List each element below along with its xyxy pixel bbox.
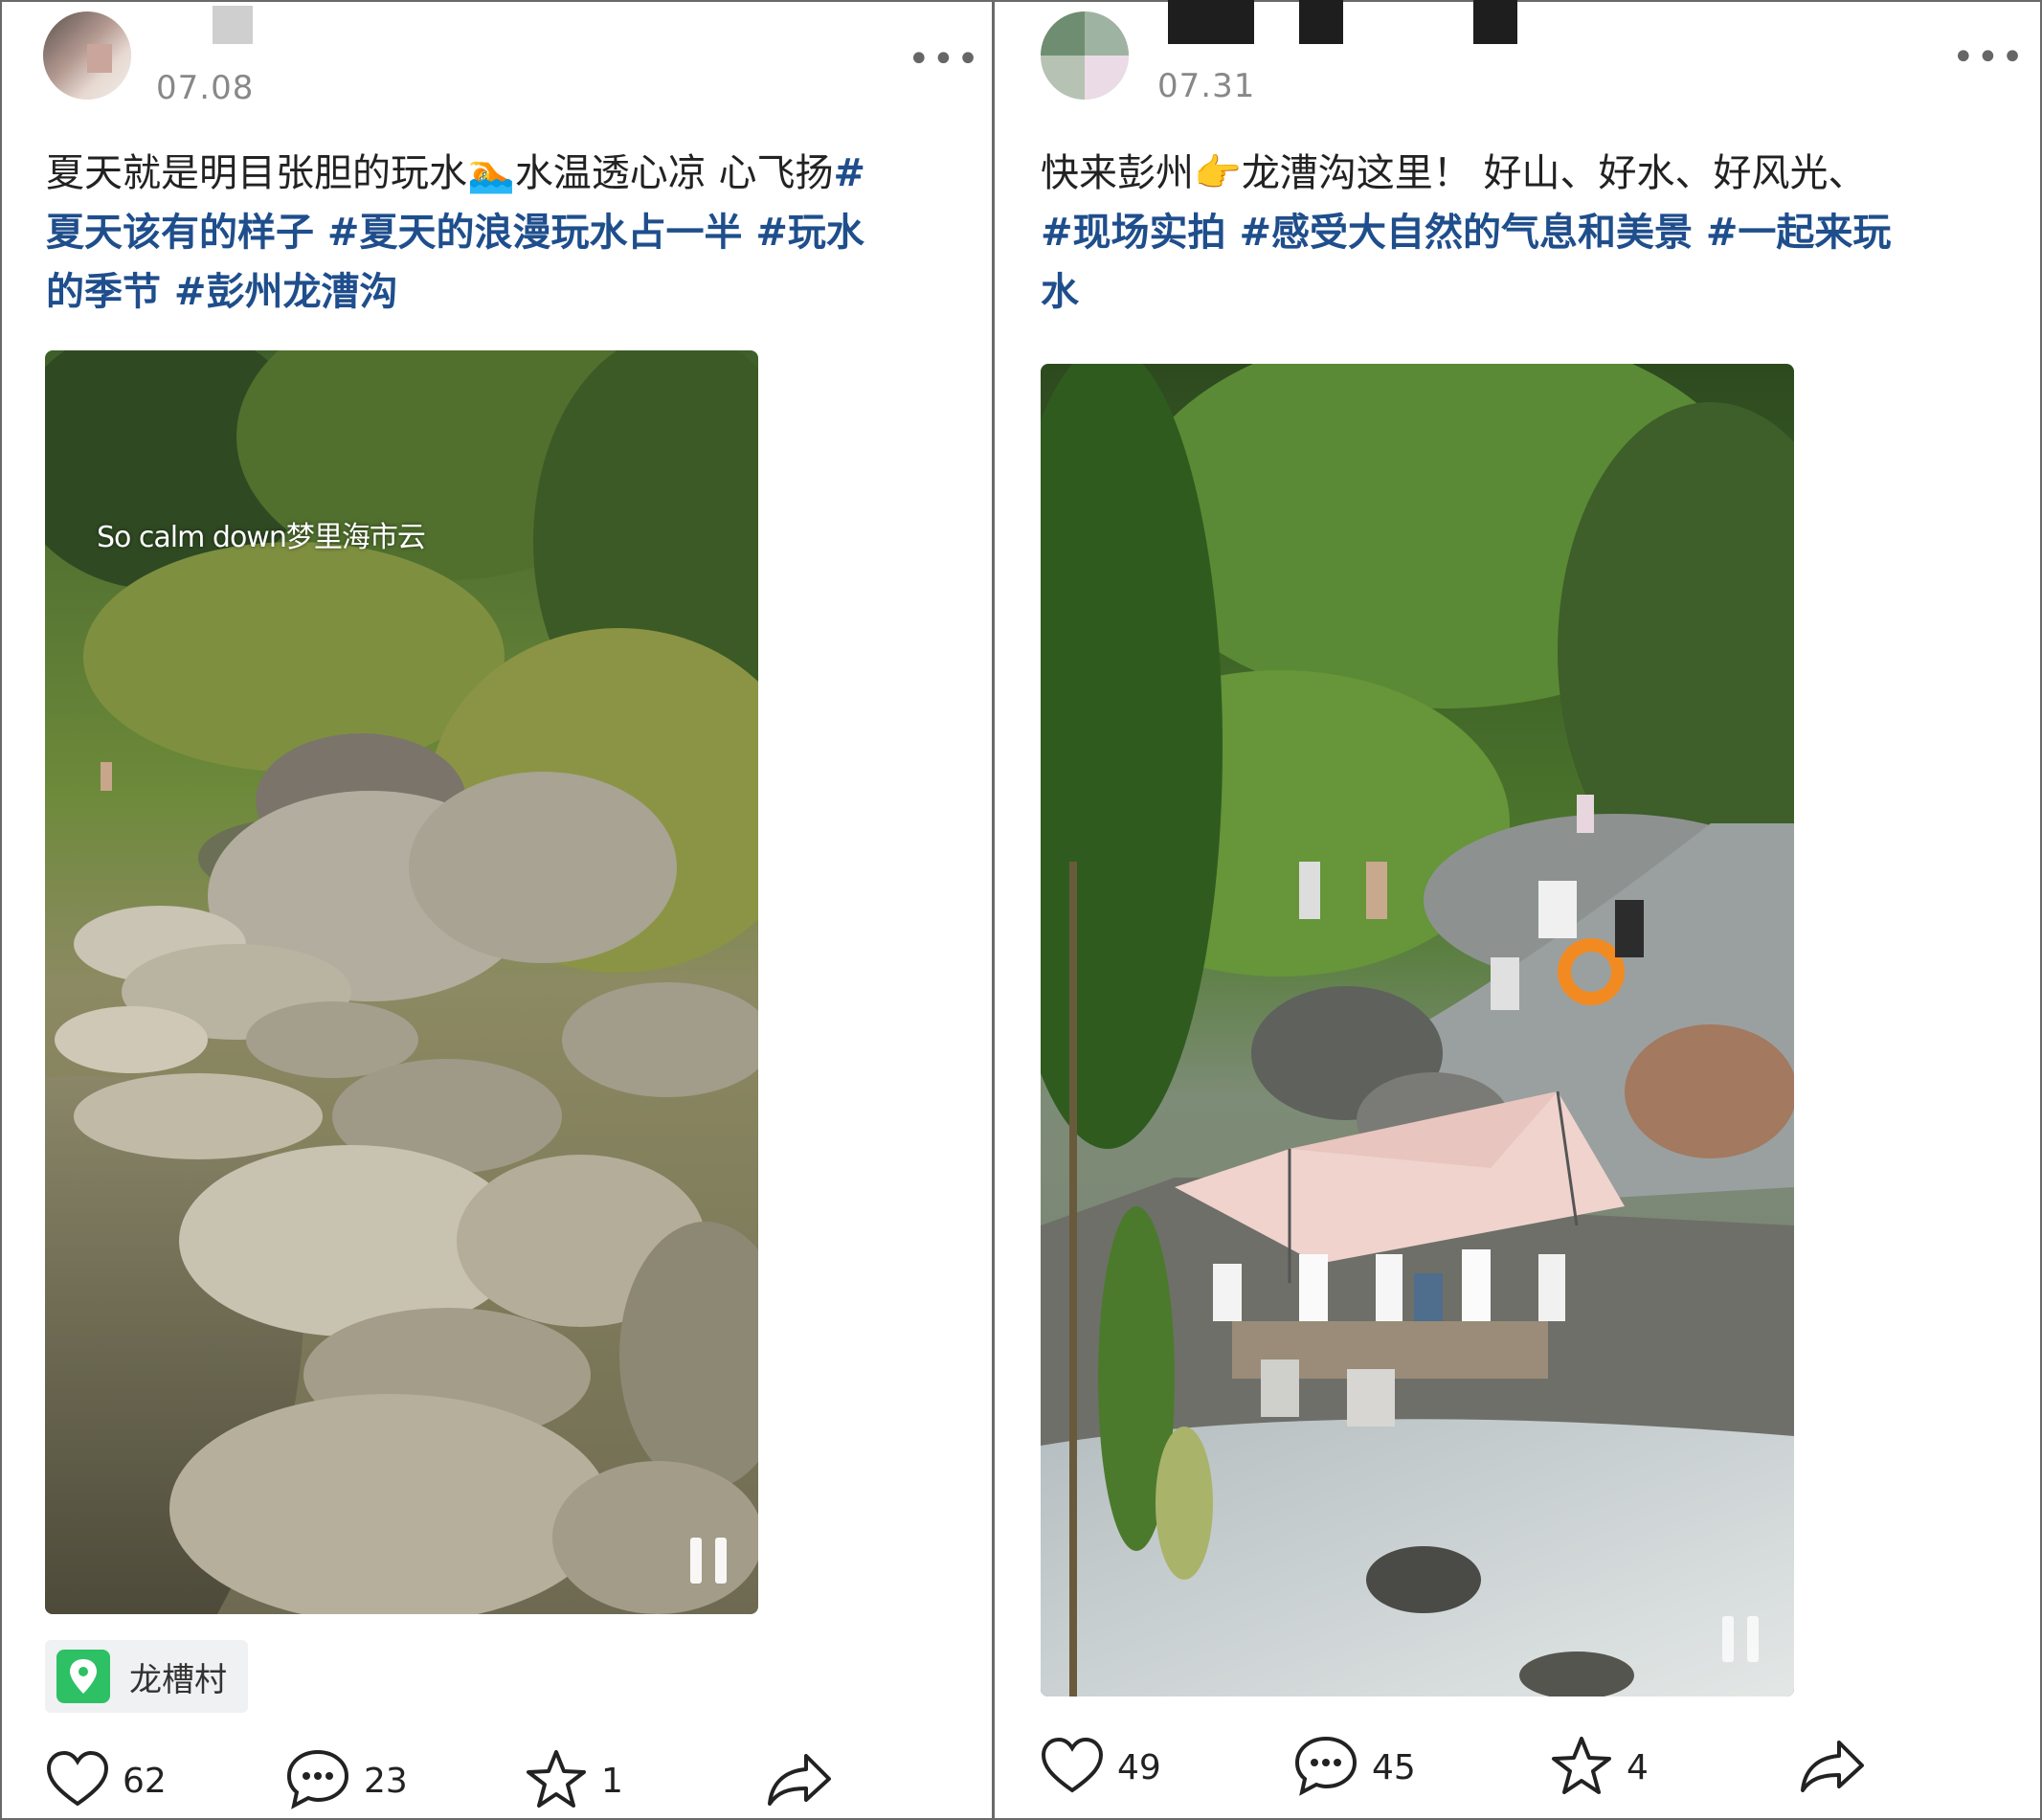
post-text: 夏天就是明目张胆的玩水🏊水温透心凉 心飞扬# 夏天该有的样子 #夏天的浪漫玩水占…	[46, 144, 965, 322]
hashtag-line[interactable]: 夏天该有的样子 #夏天的浪漫玩水占一半 #玩水	[46, 211, 864, 255]
location-tag[interactable]: 龙槽村	[45, 1640, 248, 1713]
post-card-2[interactable]: 07.31 ••• 快来彭州👉龙漕沟这里！ 好山、好水、好风光、 #现场实拍 #…	[995, 0, 2024, 1820]
favorite-button[interactable]: 1	[525, 1742, 623, 1819]
comment-icon	[285, 1748, 350, 1813]
hashtag-line[interactable]: 水	[1041, 270, 1079, 314]
like-count: 62	[123, 1761, 167, 1801]
location-label: 龙槽村	[129, 1660, 227, 1699]
video-thumbnail[interactable]	[1041, 364, 1794, 1696]
pause-icon[interactable]	[1718, 1616, 1762, 1662]
more-icon[interactable]: •••	[1952, 38, 2026, 77]
favorite-count: 1	[601, 1761, 623, 1801]
swimmer-emoji: 🏊	[467, 151, 515, 195]
star-icon	[525, 1748, 588, 1813]
star-icon	[1550, 1735, 1613, 1800]
username-redacted	[1168, 0, 1254, 44]
pause-icon[interactable]	[686, 1538, 730, 1584]
river-crowd-scene	[1041, 364, 1794, 1696]
post-date: 07.08	[156, 69, 255, 107]
username-redacted	[1299, 0, 1343, 44]
post-text: 快来彭州👉龙漕沟这里！ 好山、好水、好风光、 #现场实拍 #感受大自然的气息和美…	[1041, 144, 1960, 322]
like-count: 49	[1117, 1747, 1161, 1787]
action-bar: 49 45 4	[1041, 1729, 1960, 1806]
favorite-count: 4	[1627, 1747, 1649, 1787]
post-date: 07.31	[1157, 67, 1256, 105]
heart-icon	[46, 1750, 109, 1811]
more-icon[interactable]: •••	[908, 40, 981, 79]
like-button[interactable]: 62	[46, 1742, 167, 1819]
username-redacted	[213, 6, 253, 44]
post-text-part: 快来彭州	[1041, 151, 1194, 195]
location-pin-icon	[56, 1650, 110, 1703]
hashtag[interactable]: #	[834, 151, 866, 195]
post-card-1[interactable]: 07.08 ••• 夏天就是明目张胆的玩水🏊水温透心凉 心飞扬# 夏天该有的样子…	[0, 0, 990, 1820]
comment-button[interactable]: 23	[285, 1742, 408, 1819]
post-text-part: 夏天就是明目张胆的玩水	[46, 151, 467, 195]
post-text-part: 龙漕沟这里！ 好山、好水、好风光、	[1241, 151, 1867, 195]
avatar[interactable]	[1041, 11, 1129, 100]
share-icon	[766, 1750, 833, 1811]
comment-count: 23	[364, 1761, 408, 1801]
action-bar: 62 23 1	[46, 1742, 965, 1819]
post-text-part: 水温透心凉 心飞扬	[514, 151, 834, 195]
pointing-emoji: 👉	[1194, 151, 1242, 195]
comment-count: 45	[1372, 1747, 1416, 1787]
username-redacted	[1473, 0, 1517, 44]
share-button[interactable]	[1799, 1729, 1866, 1806]
comment-button[interactable]: 45	[1293, 1729, 1416, 1806]
video-caption: So calm down梦里海市云	[97, 521, 426, 554]
hashtag-line[interactable]: 的季节 #彭州龙漕沟	[46, 270, 397, 314]
video-thumbnail[interactable]: So calm down梦里海市云	[45, 350, 758, 1614]
comment-icon	[1293, 1735, 1358, 1800]
favorite-button[interactable]: 4	[1550, 1729, 1649, 1806]
share-icon	[1799, 1737, 1866, 1798]
share-button[interactable]	[766, 1742, 833, 1819]
hashtag-line[interactable]: #现场实拍 #感受大自然的气息和美景 #一起来玩	[1041, 211, 1891, 255]
like-button[interactable]: 49	[1041, 1729, 1161, 1806]
avatar[interactable]	[43, 11, 131, 100]
heart-icon	[1041, 1737, 1104, 1798]
